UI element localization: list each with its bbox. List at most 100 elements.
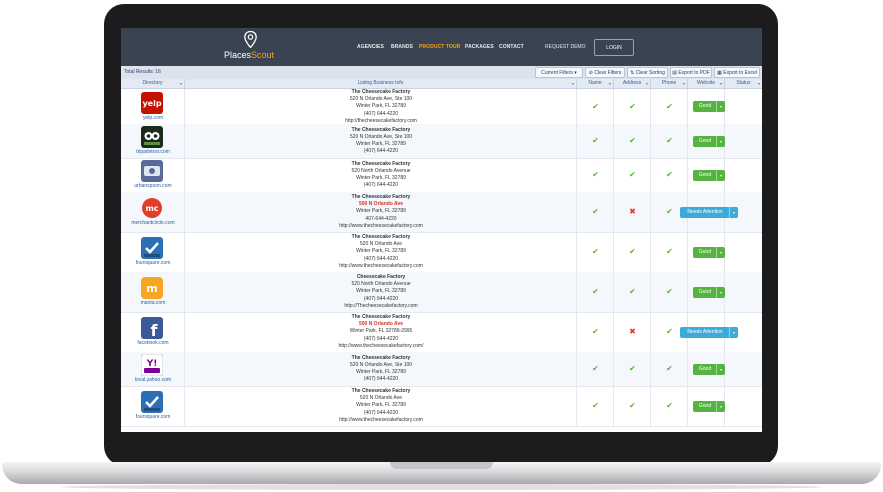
directory-link[interactable]: manta.com (121, 300, 185, 306)
table-row[interactable]: m manta.com Cheesecake Factory 520 North Or… (121, 272, 762, 313)
business-detail-line: http://Thecheesecakefactory.com (344, 302, 418, 309)
col-directory[interactable]: Directory ▾ (121, 79, 185, 88)
col-address[interactable]: Address ▾ (614, 79, 651, 88)
chevron-down-icon[interactable]: ▾ (716, 400, 725, 412)
table-row[interactable]: Y! local.yahoo.com The Cheesecake Factory 5… (121, 352, 762, 387)
svg-text:m: m (146, 282, 157, 295)
sort-clear-icon: ⇅ (630, 70, 635, 76)
status-good-button[interactable]: Good ▾ (693, 169, 725, 181)
laptop-notch (390, 462, 493, 469)
check-icon: ✔ (629, 136, 636, 145)
business-detail-line: Winter Park, FL 32789 (356, 208, 406, 215)
chevron-down-icon: ▾ (719, 81, 722, 86)
nav-packages[interactable]: PACKAGES (465, 44, 494, 50)
export-excel-button[interactable]: ▦ Export to Excel (714, 67, 760, 78)
laptop-shadow (60, 484, 823, 490)
foursquare-icon (141, 237, 163, 259)
business-detail-line: Winter Park, FL 32789 (356, 288, 406, 295)
yelp-icon: yelp (141, 91, 163, 114)
export-pdf-button[interactable]: ▤ Export to PDF (670, 67, 712, 78)
col-status[interactable]: Status ▾ (725, 79, 762, 88)
top-navbar: PlacesScout AGENCIES BRANDS PRODUCT TOUR… (121, 28, 762, 66)
business-detail-line: Winter Park, FL 32789 (356, 248, 406, 255)
status-good-button[interactable]: Good ▾ (693, 101, 725, 112)
directory-link[interactable]: urbanspoon.com (121, 183, 185, 189)
business-detail-line: http://www.thecheesecakefactory.com (339, 262, 423, 269)
check-icon: ✔ (592, 247, 599, 256)
clear-filters-button[interactable]: ⊘ Clear Filters (585, 67, 625, 78)
business-info: The Cheesecake Factory 500 N Orlando Ave W… (185, 314, 577, 350)
col-name[interactable]: Name ▾ (577, 79, 614, 88)
status-good-button[interactable]: Good ▾ (693, 135, 725, 147)
business-info: Cheesecake Factory 520 North Orlando Aven… (185, 274, 577, 310)
chevron-down-icon[interactable]: ▾ (729, 326, 738, 338)
status-needs-attention-button[interactable]: Needs Attention ▾ (680, 206, 738, 218)
nav-contact[interactable]: CONTACT (499, 44, 524, 50)
check-icon: ✔ (592, 327, 599, 336)
nav-agencies[interactable]: AGENCIES (357, 44, 384, 50)
business-name: The Cheesecake Factory (351, 314, 411, 320)
directory-link[interactable]: foursquare.com (121, 260, 185, 266)
nav-brands[interactable]: BRANDS (391, 44, 413, 50)
chevron-down-icon[interactable]: ▾ (716, 169, 725, 181)
check-icon: ✔ (592, 364, 599, 373)
svg-text:mc: mc (145, 204, 158, 213)
status-needs-attention-button[interactable]: Needs Attention ▾ (680, 326, 738, 338)
business-name: The Cheesecake Factory (351, 354, 411, 361)
directory-link[interactable]: local.yahoo.com (121, 377, 185, 383)
table-row[interactable]: foursquare.com The Cheesecake Factory 520 … (121, 232, 762, 273)
table-row[interactable]: yelp yelp.com The Cheesecake Factory 520 N … (121, 89, 762, 125)
col-listing-info[interactable]: Listing Business Info ▾ (185, 79, 577, 88)
chevron-down-icon[interactable]: ▾ (716, 101, 725, 112)
directory-link[interactable]: yelp.com (121, 115, 185, 121)
status-label: Good (698, 402, 712, 409)
check-icon: ✔ (666, 170, 673, 179)
filter-clear-icon: ⊘ (588, 70, 593, 76)
chevron-down-icon: ▾ (757, 81, 760, 86)
chevron-down-icon: ▾ (571, 81, 574, 86)
check-icon: ✔ (666, 101, 673, 111)
check-icon: ✔ (666, 287, 673, 296)
business-info: The Cheesecake Factory 520 North Orlando … (185, 161, 577, 190)
foursquare-icon (141, 391, 163, 413)
directory-link[interactable]: facebook.com (121, 340, 185, 346)
status-good-button[interactable]: Good ▾ (693, 246, 725, 258)
chevron-down-icon: ▾ (574, 70, 577, 76)
placesscout-logo[interactable]: PlacesScout (224, 31, 284, 63)
business-detail-line: Winter Park, FL 32789 (356, 175, 406, 181)
nav-product-tour[interactable]: PRODUCT TOUR (419, 44, 460, 50)
total-results: Total Results: 16 (124, 69, 161, 75)
directory-link[interactable]: merchantcircle.com (121, 220, 185, 226)
business-detail-line: 520 North Orlando Avenue (351, 167, 411, 174)
request-demo-link[interactable]: REQUEST DEMO (545, 44, 585, 50)
chevron-down-icon[interactable]: ▾ (729, 206, 738, 218)
business-detail-line: (407) 644-4220 (363, 409, 399, 416)
check-icon: ✔ (592, 170, 599, 179)
chevron-down-icon[interactable]: ▾ (716, 363, 725, 375)
col-phone[interactable]: Phone ▾ (651, 79, 688, 88)
chevron-down-icon[interactable]: ▾ (716, 135, 725, 147)
table-row[interactable]: tripadvisor.com The Cheesecake Factory 520… (121, 124, 762, 159)
business-detail-line: 520 N Orlando Ave (359, 395, 403, 402)
directory-link[interactable]: foursquare.com (121, 414, 185, 420)
chevron-down-icon[interactable]: ▾ (716, 246, 725, 258)
login-button[interactable]: LOGIN (594, 39, 634, 56)
col-website[interactable]: Website ▾ (688, 79, 725, 88)
check-icon: ✔ (629, 364, 636, 373)
business-detail-line: 520 North Orlando Avenue (351, 281, 411, 288)
current-filters-dropdown[interactable]: Current Filters ▾ (535, 67, 583, 78)
status-good-button[interactable]: Good ▾ (693, 400, 725, 412)
business-info: The Cheesecake Factory 520 N Orlando Ave,… (185, 355, 577, 384)
table-row[interactable]: f facebook.com The Cheesecake Factory 500 N… (121, 312, 762, 353)
status-good-button[interactable]: Good ▾ (693, 286, 725, 298)
clear-sorting-button[interactable]: ⇅ Clear Sorting (627, 67, 668, 78)
directory-link[interactable]: tripadvisor.com (121, 149, 185, 155)
table-row[interactable]: mc merchantcircle.com The Cheesecake Facto… (121, 192, 762, 233)
check-icon: ✔ (629, 287, 636, 296)
business-detail-line: (407) 644-4220 (363, 376, 399, 383)
business-detail-line: (407) 644-4220 (363, 182, 399, 189)
status-good-button[interactable]: Good ▾ (693, 363, 725, 375)
chevron-down-icon[interactable]: ▾ (716, 286, 725, 298)
table-row[interactable]: foursquare.com The Cheesecake Factory 520 … (121, 386, 762, 427)
table-row[interactable]: urbanspoon.com The Cheesecake Factory 520 … (121, 158, 762, 193)
